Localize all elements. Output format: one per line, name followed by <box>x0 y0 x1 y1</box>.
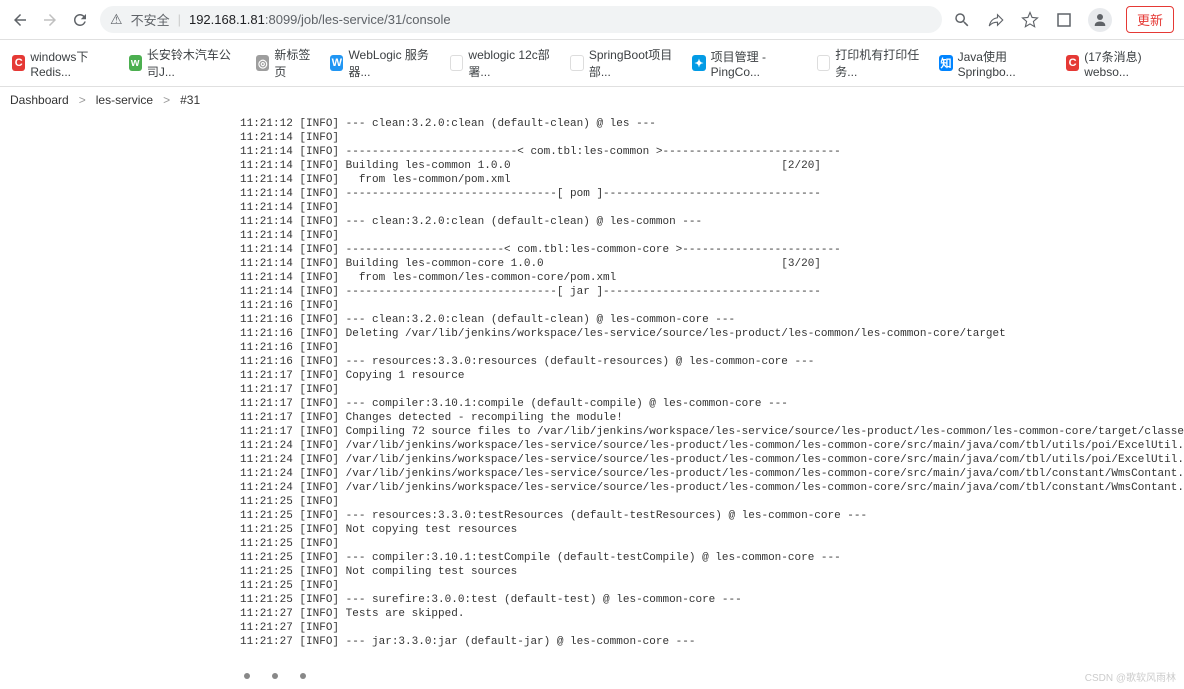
bookmark-label: SpringBoot项目部... <box>589 46 676 80</box>
breadcrumb-item[interactable]: Dashboard <box>10 93 69 107</box>
bookmarks-bar: Cwindows下Redis... w 长安铃木汽车公司J... ◎ 新标签页 W WebL… <box>0 40 1184 87</box>
url-port: :8099 <box>265 12 298 27</box>
bookmark-icon: ◎ <box>450 55 464 71</box>
share-icon[interactable] <box>986 10 1006 30</box>
bookmark-icon: ◎ <box>256 55 269 71</box>
bookmark-icon: W <box>330 55 343 71</box>
bookmark-label: 项目管理 - PingCo... <box>711 48 801 79</box>
breadcrumbs: Dashboard > les-service > #31 <box>0 87 1184 113</box>
bookmark-label: 新标签页 <box>274 46 314 80</box>
bookmark-item[interactable]: Cwindows下Redis... <box>12 48 113 79</box>
loading-dots <box>244 673 1184 679</box>
console-text-2: 11:21:25 [INFO] 11:21:25 [INFO] --- reso… <box>240 495 1170 649</box>
bookmark-icon: 知 <box>939 55 952 71</box>
bookmark-item[interactable]: ✦ 项目管理 - PingCo... <box>692 48 800 79</box>
browser-toolbar: ⚠ 不安全 | 192.168.1.81:8099/job/les-servic… <box>0 0 1184 40</box>
extensions-icon[interactable] <box>1054 10 1074 30</box>
breadcrumb-item[interactable]: #31 <box>180 93 200 107</box>
url-host: 192.168.1.81 <box>189 12 265 27</box>
bookmark-item[interactable]: w 长安铃木汽车公司J... <box>129 46 241 80</box>
reload-button[interactable] <box>70 10 90 30</box>
console-output: 11:21:12 [INFO] --- clean:3.2.0:clean (d… <box>236 113 1174 653</box>
bookmark-item[interactable]: ◎weblogic 12c部署... <box>450 46 554 80</box>
back-button[interactable] <box>10 10 30 30</box>
forward-button[interactable] <box>40 10 60 30</box>
warning-icon: ⚠ <box>110 11 123 28</box>
bookmark-label: windows下Redis... <box>30 48 112 79</box>
chevron-right-icon: > <box>79 93 86 107</box>
bookmark-icon: C <box>12 55 25 71</box>
bookmark-icon: ◎ <box>570 55 584 71</box>
watermark: CSDN @歌软风雨林 <box>1085 669 1176 684</box>
bookmark-item[interactable]: ◎打印机有打印任务... <box>817 46 924 80</box>
bookmark-item[interactable]: ◎ SpringBoot项目部... <box>570 46 676 80</box>
bookmark-label: Java使用 Springbo... <box>958 48 1050 79</box>
console-text-1: 11:21:12 [INFO] --- clean:3.2.0:clean (d… <box>240 117 1170 439</box>
bookmark-item[interactable]: C (17条消息) webso... <box>1066 48 1172 79</box>
security-label: 不安全 <box>131 10 170 29</box>
bookmark-icon: ✦ <box>692 55 705 71</box>
bookmark-label: 长安铃木汽车公司J... <box>147 46 240 80</box>
bookmark-item[interactable]: ◎ 新标签页 <box>256 46 314 80</box>
update-button[interactable]: 更新 <box>1126 6 1174 33</box>
bookmark-label: (17条消息) webso... <box>1084 48 1172 79</box>
bookmark-label: 打印机有打印任务... <box>835 46 923 80</box>
breadcrumb-item[interactable]: les-service <box>96 93 153 107</box>
bookmark-icon: ◎ <box>817 55 831 71</box>
bookmark-item[interactable]: 知 Java使用 Springbo... <box>939 48 1050 79</box>
bookmark-icon: C <box>1066 55 1079 71</box>
bookmark-label: WebLogic 服务器... <box>348 46 433 80</box>
address-bar[interactable]: ⚠ 不安全 | 192.168.1.81:8099/job/les-servic… <box>100 6 942 33</box>
search-icon[interactable] <box>952 10 972 30</box>
chevron-right-icon: > <box>163 93 170 107</box>
bookmark-item[interactable]: W WebLogic 服务器... <box>330 46 434 80</box>
bookmark-label: weblogic 12c部署... <box>468 46 554 80</box>
star-icon[interactable] <box>1020 10 1040 30</box>
url-divider: | <box>178 12 181 27</box>
bookmark-icon: w <box>129 55 142 71</box>
profile-avatar[interactable] <box>1088 8 1112 32</box>
url-path: /job/les-service/31/console <box>297 12 450 27</box>
console-warnings: 11:21:24 [INFO] /var/lib/jenkins/workspa… <box>240 439 1170 495</box>
